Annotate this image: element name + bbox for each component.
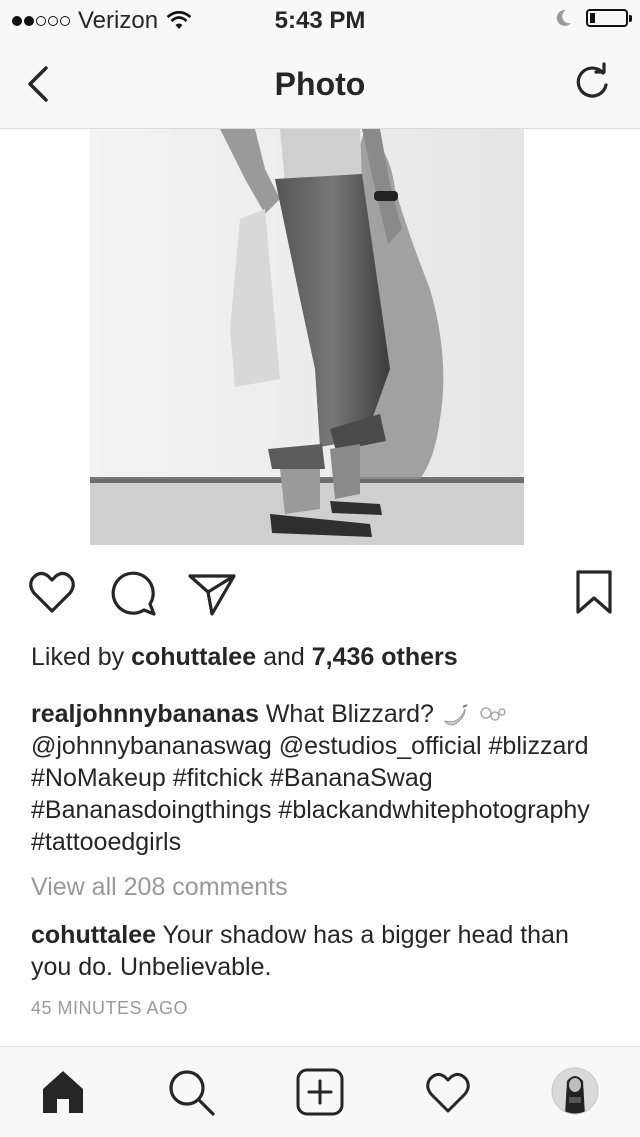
tab-bar [0, 1046, 640, 1137]
battery-icon [586, 9, 632, 27]
comment-item: cohuttalee Your shadow has a bigger head… [31, 919, 611, 983]
moon-icon [556, 9, 571, 26]
caption-text-first: What Blizzard? [265, 700, 434, 728]
banana-emoji-icon [443, 704, 468, 726]
likes-prefix: Liked by [31, 643, 125, 671]
likes-user-link[interactable]: cohuttalee [131, 643, 256, 671]
new-post-icon[interactable] [295, 1067, 345, 1117]
nav-bar: Photo [0, 40, 640, 129]
caption-text-rest: @johnnybananaswag @estudios_official #bl… [31, 732, 590, 856]
post-caption: realjohnnybananas What Blizzard? @johnny… [31, 698, 611, 858]
home-icon[interactable] [38, 1067, 88, 1117]
activity-icon[interactable] [423, 1067, 473, 1117]
refresh-icon[interactable] [570, 60, 614, 104]
post-actions [0, 566, 640, 626]
photo-image [90, 129, 524, 545]
comment-username[interactable]: cohuttalee [31, 921, 156, 949]
bookmark-icon[interactable] [568, 566, 620, 618]
page-title: Photo [274, 66, 366, 102]
dash-emoji-icon [480, 707, 506, 722]
view-all-comments-link[interactable]: View all 208 comments [31, 873, 288, 902]
likes-count-link[interactable]: 7,436 others [312, 643, 458, 671]
likes-line: Liked by cohuttalee and 7,436 others [31, 643, 458, 672]
share-icon[interactable] [186, 566, 238, 618]
status-right [554, 8, 632, 28]
comment-icon[interactable] [106, 566, 158, 618]
likes-and: and [263, 643, 305, 671]
post-photo[interactable] [90, 129, 524, 545]
status-time: 5:43 PM [274, 7, 366, 34]
like-icon[interactable] [26, 566, 78, 618]
status-bar: Verizon 5:43 PM [0, 0, 640, 40]
post-timestamp: 45 MINUTES AGO [31, 998, 189, 1018]
search-icon[interactable] [166, 1067, 216, 1117]
profile-avatar[interactable] [551, 1067, 599, 1115]
caption-username[interactable]: realjohnnybananas [31, 700, 259, 728]
